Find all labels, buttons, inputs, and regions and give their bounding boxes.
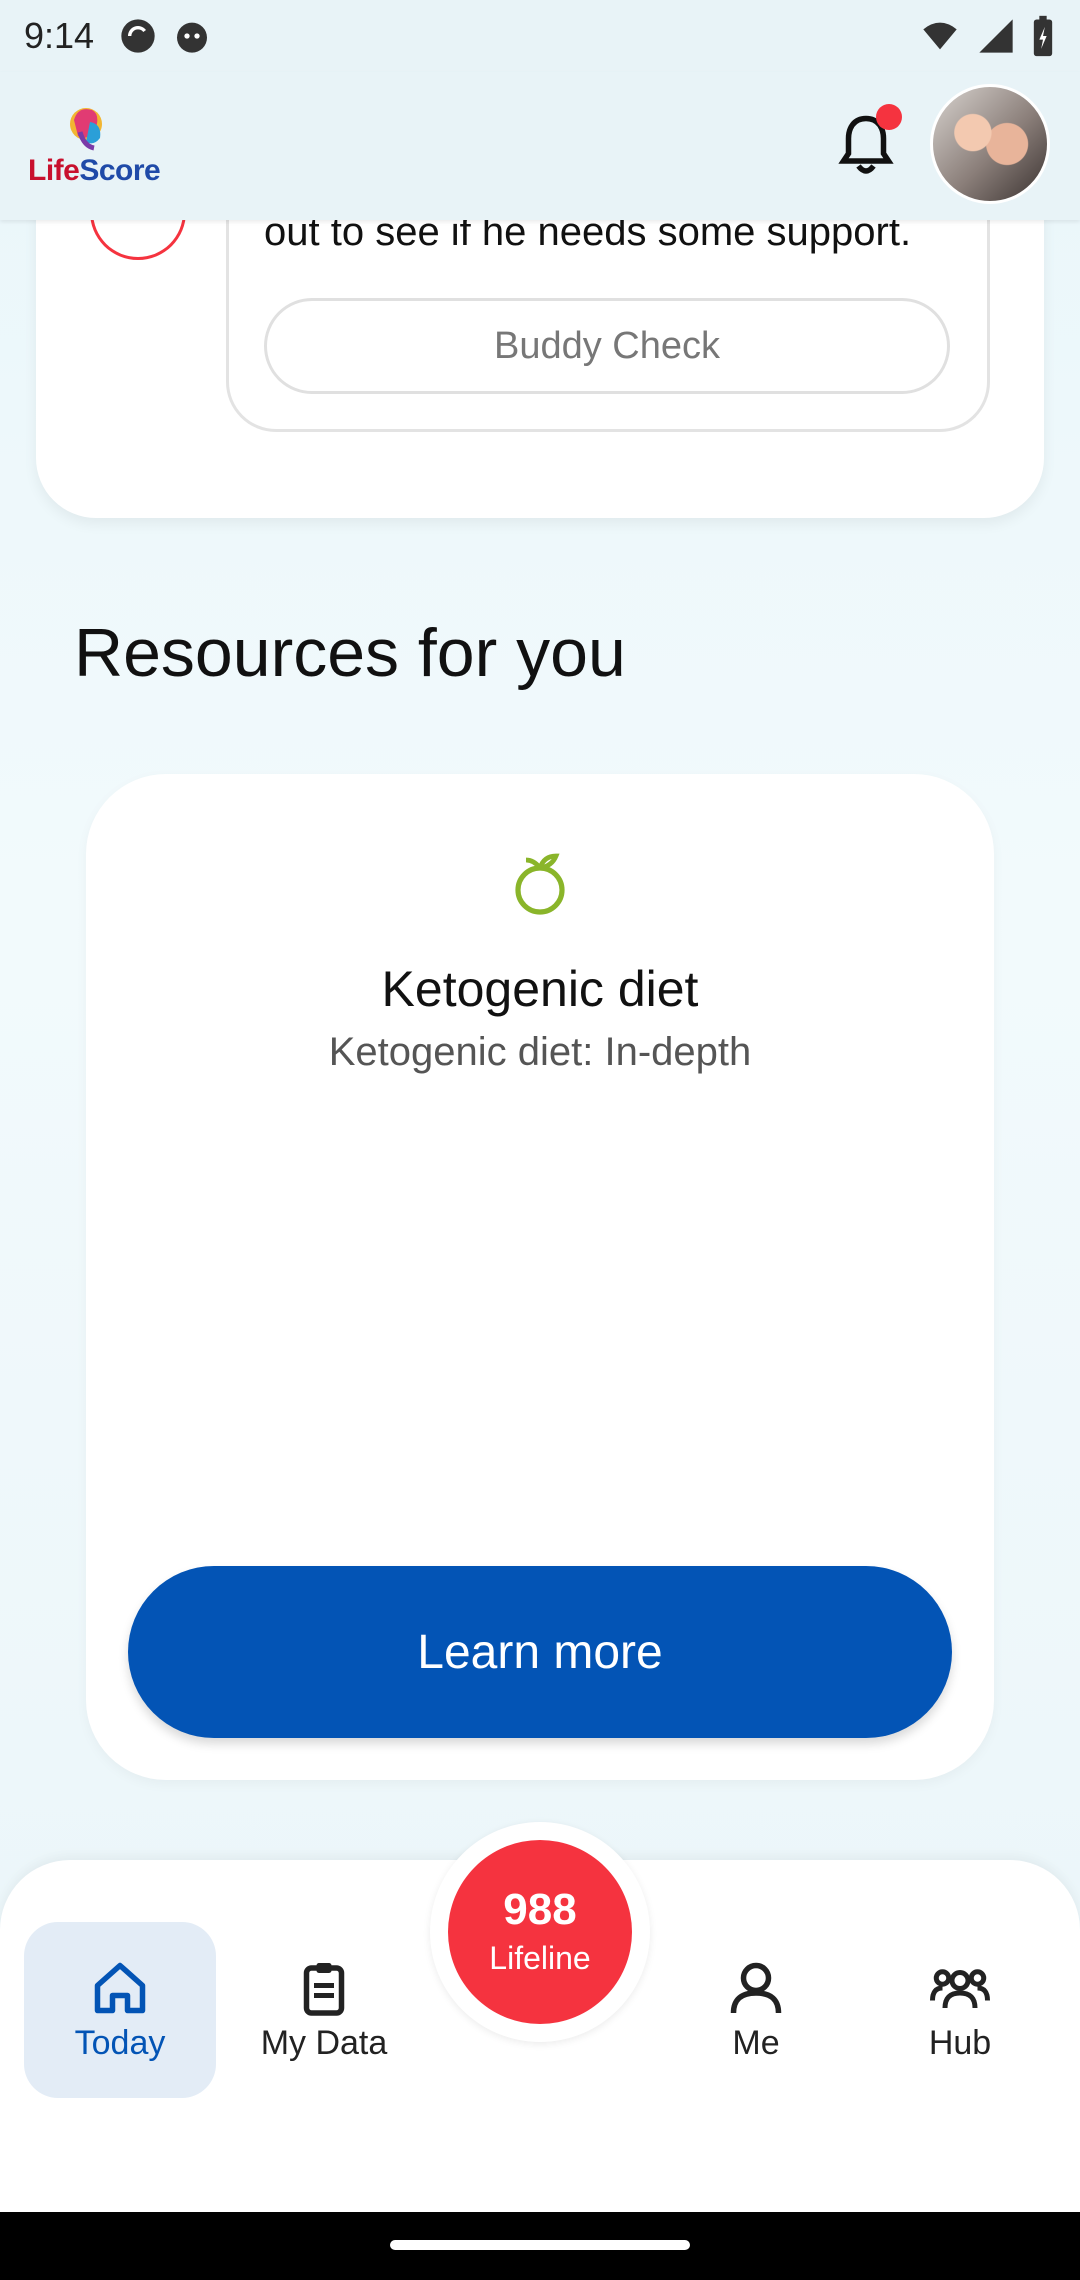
logo-wordmark: LifeScore <box>28 154 161 188</box>
nav-me-label: Me <box>732 2023 780 2062</box>
notification-badge <box>876 104 902 130</box>
avatar[interactable] <box>930 84 1050 204</box>
home-icon <box>94 1962 146 2013</box>
signal-icon <box>979 19 1013 53</box>
lifeline-label: Lifeline <box>489 1940 591 1976</box>
status-bar: 9:14 <box>0 0 1080 72</box>
home-indicator[interactable] <box>390 2240 690 2250</box>
learn-more-button[interactable]: Learn more <box>128 1566 952 1738</box>
nav-me[interactable]: Me <box>660 1922 852 2098</box>
lifeline-988-button[interactable]: 988 Lifeline <box>448 1840 632 2024</box>
person-icon <box>730 1962 782 2013</box>
lifeline-number: 988 <box>503 1885 577 1934</box>
nav-my-data-label: My Data <box>260 2023 388 2062</box>
logo-life-text: Life <box>28 154 80 187</box>
section-title: Resources for you <box>74 615 626 691</box>
logo-score-text: Score <box>79 154 161 187</box>
app-header: LifeScore <box>0 72 1080 220</box>
status-time: 9:14 <box>24 15 95 56</box>
nav-today[interactable]: Today <box>24 1922 216 2098</box>
resource-subtitle: Ketogenic diet: In-depth <box>328 1030 752 1074</box>
buddy-check-button[interactable]: Buddy Check <box>264 298 950 394</box>
battery-icon <box>1033 15 1053 57</box>
nav-today-label: Today <box>74 2023 166 2062</box>
nav-hub[interactable]: Hub <box>864 1922 1056 2098</box>
clipboard-icon <box>303 1962 345 2016</box>
group-icon <box>930 1968 990 2008</box>
wifi-icon <box>923 22 957 50</box>
robot-icon <box>177 22 208 53</box>
resource-title: Ketogenic diet <box>381 961 699 1017</box>
sync-icon <box>121 19 155 53</box>
fruit-icon <box>515 853 565 915</box>
nav-hub-label: Hub <box>928 2023 992 2062</box>
nav-my-data[interactable]: My Data <box>228 1922 420 2098</box>
